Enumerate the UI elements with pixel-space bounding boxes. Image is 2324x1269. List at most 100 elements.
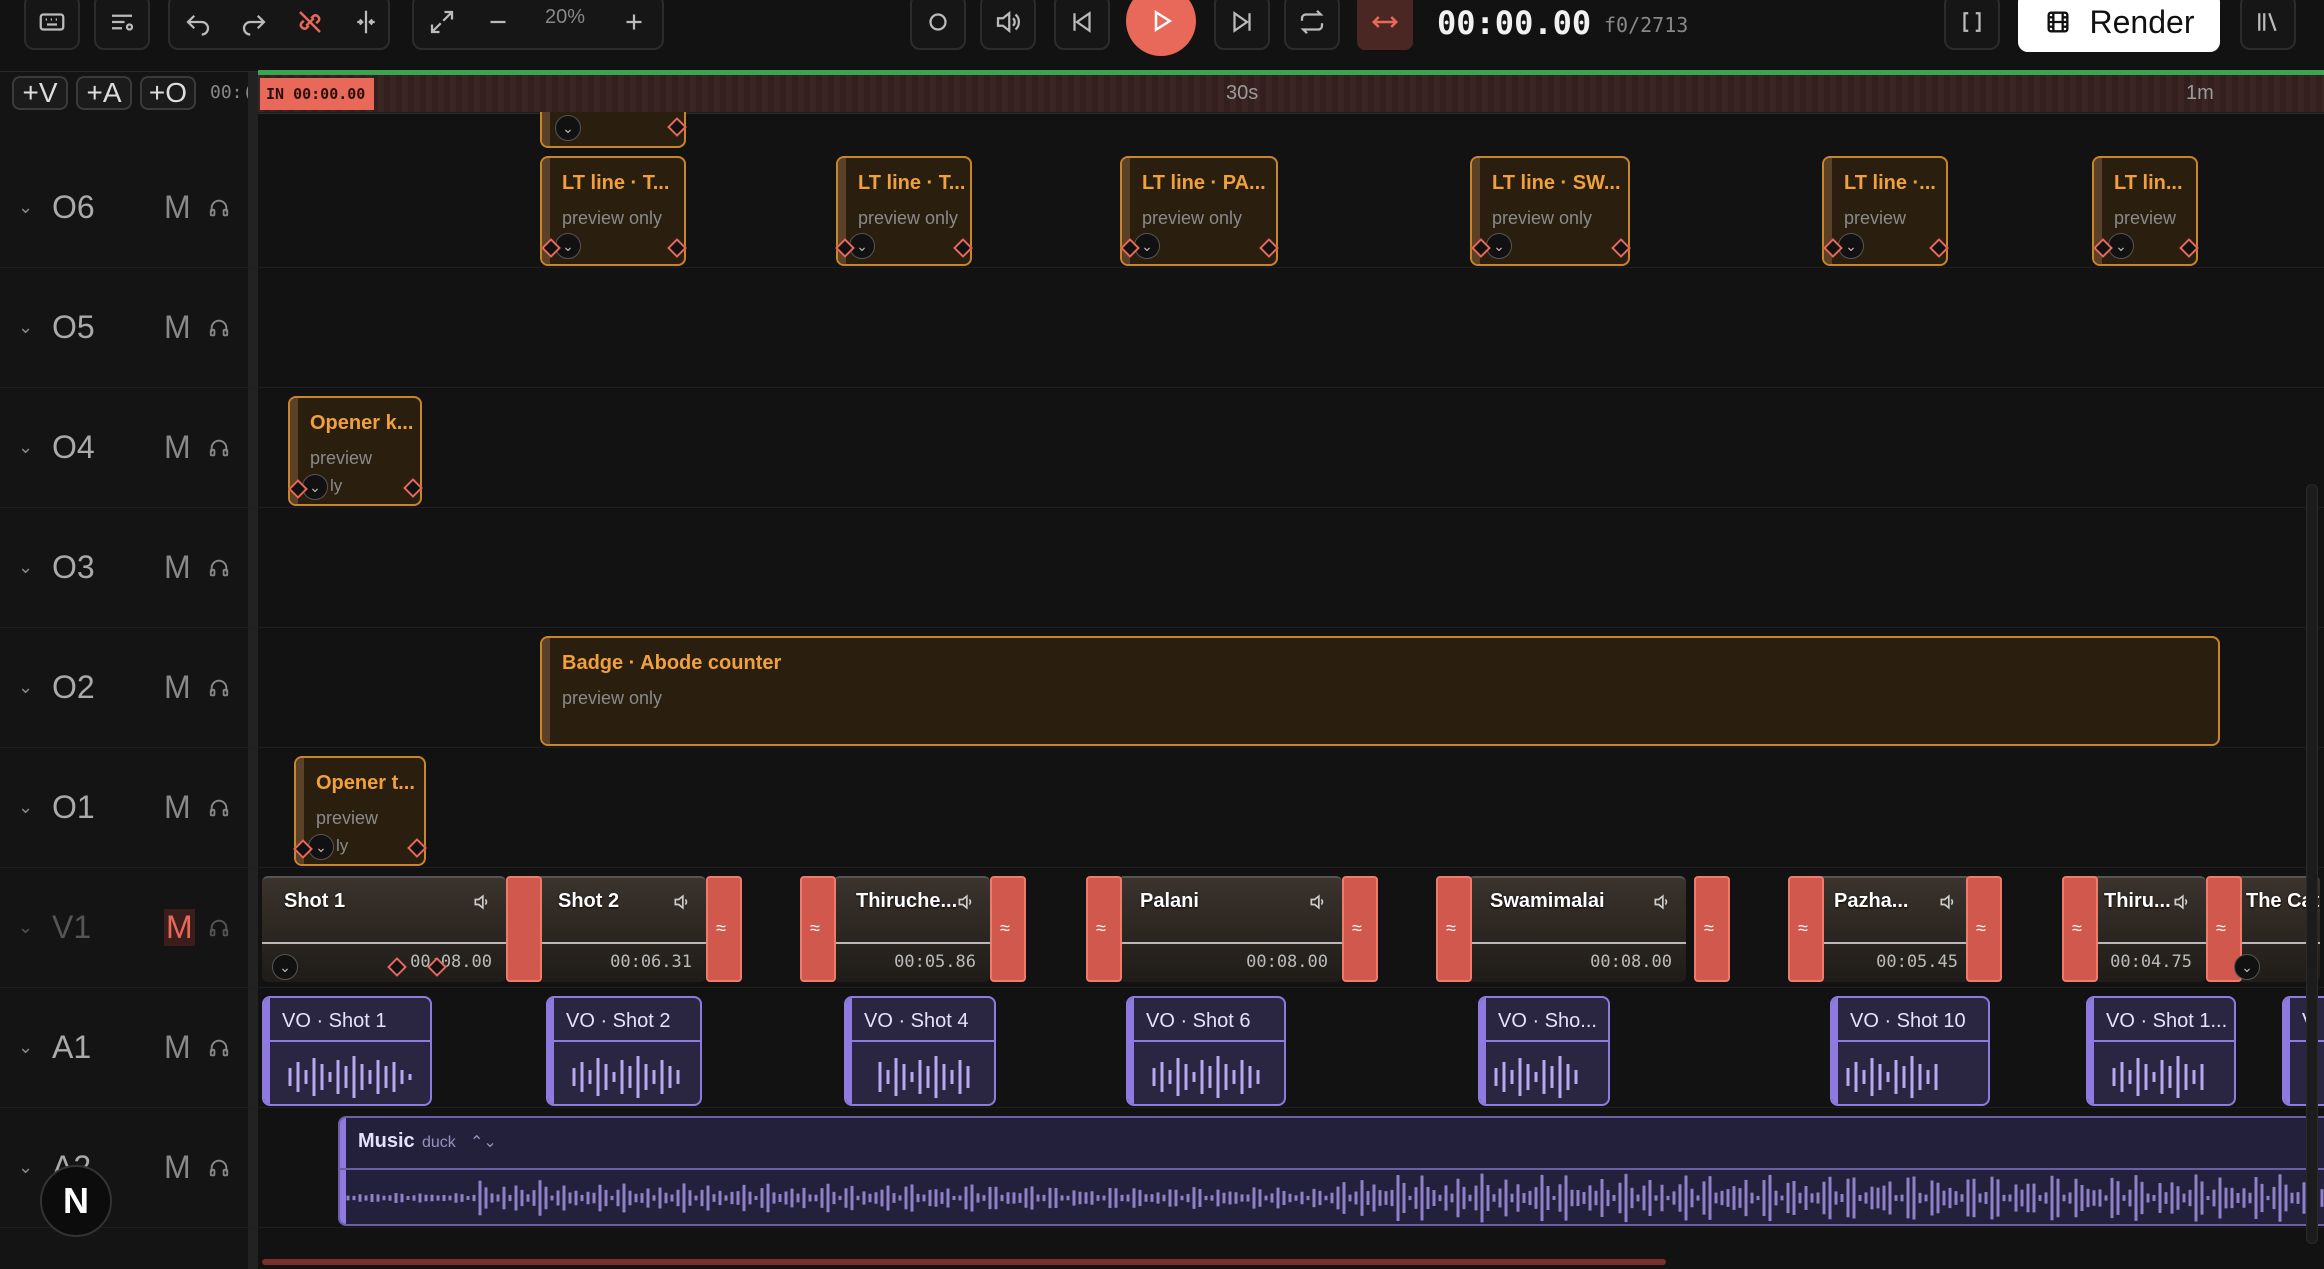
transition-handle[interactable]: ≈ — [1966, 876, 2002, 982]
chevron-down-icon[interactable]: ⌄ — [18, 917, 33, 938]
audio-clip[interactable]: VO · Shot 4 — [844, 996, 996, 1106]
transition-handle[interactable]: ≈ — [1436, 876, 1472, 982]
add-audio-track-button[interactable]: +A — [76, 76, 132, 110]
clip-duration: 00:08.00 — [1590, 952, 1672, 972]
snap-icon[interactable] — [338, 0, 394, 50]
audio-clip[interactable]: VO · Shot 2 — [546, 996, 702, 1106]
video-clip[interactable]: Thiru... 00:04.75 — [2082, 876, 2206, 982]
clip-title: VO · Shot 2 — [566, 1010, 671, 1032]
mute-toggle[interactable]: M — [164, 309, 191, 346]
speaker-icon[interactable] — [2172, 892, 2192, 912]
fit-width-icon[interactable] — [1357, 0, 1413, 50]
speaker-icon[interactable] — [1308, 892, 1328, 912]
unlink-icon[interactable] — [282, 0, 338, 50]
chevron-down-icon[interactable]: ⌄ — [18, 677, 33, 698]
headphones-icon[interactable] — [208, 1157, 230, 1179]
speaker-icon[interactable] — [1938, 892, 1958, 912]
mute-toggle[interactable]: M — [164, 1029, 191, 1066]
skip-forward-icon[interactable] — [1214, 0, 1270, 50]
audio-clip[interactable]: VO · Shot 1... — [2086, 996, 2236, 1106]
mute-toggle[interactable]: M — [164, 189, 191, 226]
speaker-icon[interactable] — [1652, 892, 1672, 912]
in-point-badge[interactable]: IN 00:00.00 — [260, 78, 374, 110]
headphones-icon[interactable] — [208, 557, 230, 579]
chevron-down-icon[interactable]: ⌄ — [18, 1037, 33, 1058]
audio-clip[interactable]: VO · Shot 1 — [262, 996, 432, 1106]
video-clip[interactable]: Shot 2 00:06.31 — [536, 876, 706, 982]
keyboard-icon[interactable] — [24, 0, 80, 50]
loop-icon[interactable] — [1284, 0, 1340, 50]
video-clip[interactable]: Palani 00:08.00 — [1118, 876, 1342, 982]
transition-handle[interactable]: ≈ — [706, 876, 742, 982]
audio-clip[interactable]: VO · Shot 10 — [1830, 996, 1990, 1106]
crossfade-icon: ≈ — [1000, 918, 1010, 938]
add-video-track-button[interactable]: +V — [12, 76, 68, 110]
waveform — [1152, 1056, 1260, 1098]
mute-toggle[interactable]: M — [164, 669, 191, 706]
chevron-down-icon[interactable]: ⌄ — [18, 557, 33, 578]
crossfade-icon: ≈ — [1096, 918, 1106, 938]
transition-handle[interactable]: ≈ — [1788, 876, 1824, 982]
chevron-down-icon[interactable]: ⌄ — [18, 317, 33, 338]
chevron-down-icon[interactable]: ⌄ — [2234, 954, 2260, 980]
track-row-o5: ⌄ O5 M — [0, 268, 2324, 388]
headphones-icon[interactable] — [208, 197, 230, 219]
headphones-icon[interactable] — [208, 317, 230, 339]
audio-clip[interactable]: VO · Sho... — [1478, 996, 1610, 1106]
overlay-clip-badge[interactable]: Badge · Abode counter preview only — [540, 636, 2220, 746]
headphones-icon[interactable] — [208, 797, 230, 819]
play-button[interactable] — [1126, 0, 1196, 56]
duck-curve-icon: ⌃⌄ — [470, 1134, 497, 1151]
transition-handle[interactable] — [506, 876, 542, 982]
chevron-down-icon[interactable]: ⌄ — [18, 1157, 33, 1178]
transition-handle[interactable]: ≈ — [2062, 876, 2098, 982]
mute-toggle[interactable]: M — [164, 1149, 191, 1186]
transition-handle[interactable]: ≈ — [1086, 876, 1122, 982]
clip-duration: 00:08.00 — [410, 952, 492, 972]
audio-clip[interactable]: VO · Shot 6 — [1126, 996, 1286, 1106]
undo-icon[interactable] — [170, 0, 226, 50]
speaker-icon[interactable] — [672, 892, 692, 912]
add-overlay-track-button[interactable]: +O — [140, 76, 196, 110]
zoom-in-icon[interactable] — [606, 0, 662, 50]
track-row-o3: ⌄ O3 M — [0, 508, 2324, 628]
zoom-out-icon[interactable] — [470, 0, 526, 50]
skip-back-icon[interactable] — [1054, 0, 1110, 50]
headphones-icon[interactable] — [208, 437, 230, 459]
mute-toggle[interactable]: M — [164, 789, 191, 826]
headphones-icon[interactable] — [208, 917, 230, 939]
video-clip[interactable]: Thiruche... 00:05.86 — [834, 876, 990, 982]
render-button[interactable]: Render — [2018, 0, 2220, 52]
chevron-down-icon[interactable]: ⌄ — [18, 797, 33, 818]
mute-toggle[interactable]: M — [164, 909, 195, 946]
transition-handle[interactable]: ≈ — [800, 876, 836, 982]
video-clip[interactable]: Shot 1 00:08.00 — [262, 876, 506, 982]
transition-handle[interactable]: ≈ — [1694, 876, 1730, 982]
fit-icon[interactable] — [414, 0, 470, 50]
vertical-scrollbar[interactable] — [2306, 484, 2318, 1244]
video-clip[interactable]: Pazha... 00:05.45 — [1812, 876, 1972, 982]
chevron-down-icon[interactable]: ⌄ — [555, 115, 581, 141]
video-clip[interactable]: Swamimalai 00:08.00 — [1468, 876, 1686, 982]
chevron-down-icon[interactable]: ⌄ — [18, 197, 33, 218]
transition-handle[interactable]: ≈ — [1342, 876, 1378, 982]
record-icon[interactable] — [910, 0, 966, 50]
library-icon[interactable] — [2240, 0, 2296, 50]
redo-icon[interactable] — [226, 0, 282, 50]
chevron-down-icon[interactable]: ⌄ — [272, 954, 298, 980]
mute-toggle[interactable]: M — [164, 429, 191, 466]
horizontal-scrollbar[interactable] — [262, 1259, 1666, 1265]
music-clip[interactable]: Music duck ⌃⌄ — [338, 1116, 2324, 1226]
headphones-icon[interactable] — [208, 677, 230, 699]
transition-handle[interactable]: ≈ — [990, 876, 1026, 982]
track-name: O5 — [52, 309, 95, 345]
speaker-icon[interactable] — [956, 892, 976, 912]
app-logo[interactable]: N — [40, 1165, 112, 1237]
speaker-icon[interactable] — [472, 892, 492, 912]
volume-icon[interactable] — [980, 0, 1036, 50]
bracket-icon[interactable] — [1944, 0, 2000, 50]
headphones-icon[interactable] — [208, 1037, 230, 1059]
mute-toggle[interactable]: M — [164, 549, 191, 586]
chevron-down-icon[interactable]: ⌄ — [18, 437, 33, 458]
list-settings-icon[interactable] — [94, 0, 150, 50]
